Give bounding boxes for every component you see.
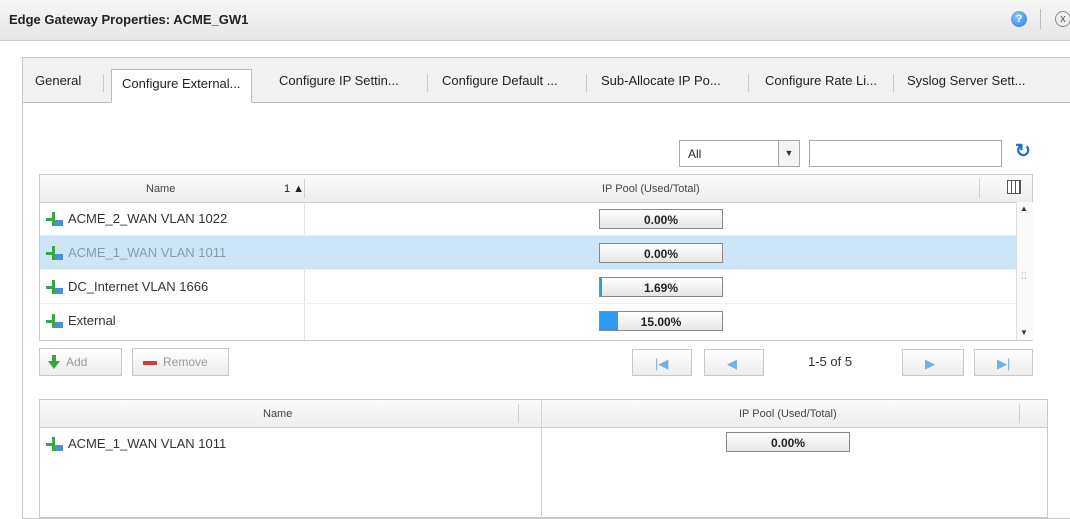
- filter-select-value: All: [688, 147, 702, 161]
- pager-text: 1-5 of 5: [808, 354, 853, 369]
- ip-pool-progress: 15.00%: [599, 311, 723, 331]
- table-row[interactable]: ACME_2_WAN VLAN 1022 0.00%: [40, 202, 1016, 236]
- vertical-scrollbar[interactable]: ▲ ⁚⁚ ▼: [1016, 202, 1033, 340]
- tab-general[interactable]: General: [35, 58, 81, 102]
- last-page-icon: ▶|: [997, 356, 1011, 371]
- row-name: External: [68, 313, 116, 328]
- table-row[interactable]: External 15.00%: [40, 304, 1016, 337]
- divider: [979, 179, 980, 198]
- network-icon: [46, 246, 63, 260]
- network-icon: [46, 280, 63, 294]
- ip-pool-progress: 0.00%: [599, 209, 723, 229]
- add-button[interactable]: Add: [39, 348, 122, 376]
- last-page-button[interactable]: ▶|: [974, 349, 1033, 376]
- row-name: ACME_1_WAN VLAN 1011: [68, 436, 227, 451]
- table-row[interactable]: ACME_1_WAN VLAN 1011 0.00%: [40, 427, 1045, 460]
- ip-pool-value: 0.00%: [643, 247, 679, 261]
- network-icon: [46, 314, 63, 328]
- ip-pool-progress: 0.00%: [599, 243, 723, 263]
- ip-pool-progress: 1.69%: [599, 277, 723, 297]
- previous-page-icon: ◀: [727, 356, 737, 371]
- previous-page-button[interactable]: ◀: [704, 349, 764, 376]
- row-name: ACME_1_WAN VLAN 1011: [68, 245, 227, 260]
- remove-label: Remove: [163, 355, 208, 369]
- first-page-button[interactable]: |◀: [632, 349, 692, 376]
- scroll-grip-icon[interactable]: ⁚⁚: [1021, 271, 1027, 282]
- divider: [304, 179, 305, 198]
- refresh-icon[interactable]: ↻: [1015, 142, 1033, 161]
- row-name: DC_Internet VLAN 1666: [68, 279, 209, 294]
- ip-pool-value: 0.00%: [643, 213, 679, 227]
- dialog-panel: General Configure External... Configure …: [22, 57, 1070, 519]
- tab-sub-allocate-ip-pools[interactable]: Sub-Allocate IP Po...: [601, 58, 721, 102]
- next-page-icon: ▶: [925, 356, 935, 371]
- sort-indicator[interactable]: 1 ▲: [284, 183, 304, 195]
- ip-pool-value: 0.00%: [770, 436, 806, 450]
- network-icon: [46, 212, 63, 226]
- divider: [586, 74, 587, 92]
- remove-button[interactable]: Remove: [132, 348, 229, 376]
- first-page-icon: |◀: [655, 356, 669, 371]
- scroll-up-icon[interactable]: ▲: [1020, 204, 1028, 213]
- grid-header: Name IP Pool (Used/Total): [40, 400, 1047, 428]
- column-header-name[interactable]: Name: [146, 183, 175, 195]
- help-icon[interactable]: ?: [1011, 11, 1027, 27]
- close-icon[interactable]: x: [1055, 11, 1070, 27]
- ip-pool-value: 15.00%: [640, 315, 682, 329]
- table-row[interactable]: DC_Internet VLAN 1666 1.69%: [40, 270, 1016, 304]
- tab-configure-external[interactable]: Configure External...: [111, 69, 252, 103]
- column-chooser-icon[interactable]: [1007, 180, 1021, 194]
- chevron-down-icon[interactable]: ▼: [778, 141, 799, 166]
- arrow-down-icon: [48, 355, 60, 369]
- column-header-ip-pool[interactable]: IP Pool (Used/Total): [739, 408, 837, 420]
- column-header-name[interactable]: Name: [263, 408, 292, 420]
- next-page-button[interactable]: ▶: [902, 349, 964, 376]
- search-input[interactable]: [809, 140, 1002, 167]
- network-icon: [46, 437, 63, 451]
- ip-pool-value: 1.69%: [643, 281, 679, 295]
- row-name: ACME_2_WAN VLAN 1022: [68, 211, 228, 226]
- add-label: Add: [66, 355, 88, 369]
- divider: [427, 74, 428, 92]
- tab-syslog-server-settings[interactable]: Syslog Server Sett...: [907, 58, 1026, 102]
- window-title: Edge Gateway Properties: ACME_GW1: [9, 12, 249, 27]
- divider: [893, 74, 894, 92]
- ip-pool-progress: 0.00%: [726, 432, 850, 452]
- tab-configure-rate-limits[interactable]: Configure Rate Li...: [765, 58, 877, 102]
- tab-bar: General Configure External... Configure …: [23, 58, 1070, 103]
- selected-networks-grid: Name IP Pool (Used/Total) ACME_1_WAN VLA…: [39, 399, 1048, 519]
- divider: [518, 404, 519, 423]
- divider: [748, 74, 749, 92]
- minus-icon: [143, 361, 157, 365]
- scroll-down-icon[interactable]: ▼: [1020, 328, 1028, 337]
- divider: [1019, 404, 1020, 423]
- table-row[interactable]: ACME_1_WAN VLAN 1011 0.00%: [40, 236, 1016, 270]
- filter-select[interactable]: All ▼: [679, 140, 800, 167]
- tab-configure-default[interactable]: Configure Default ...: [442, 58, 558, 102]
- tab-configure-ip-settings[interactable]: Configure IP Settin...: [279, 58, 399, 102]
- title-bar: Edge Gateway Properties: ACME_GW1 ? x: [0, 0, 1070, 41]
- divider: [103, 74, 104, 92]
- divider: [1040, 9, 1041, 29]
- external-networks-grid: Name 1 ▲ IP Pool (Used/Total) ACME_2_WAN…: [39, 174, 1033, 342]
- grid-header: Name 1 ▲ IP Pool (Used/Total): [40, 175, 1032, 203]
- column-header-ip-pool[interactable]: IP Pool (Used/Total): [602, 183, 700, 195]
